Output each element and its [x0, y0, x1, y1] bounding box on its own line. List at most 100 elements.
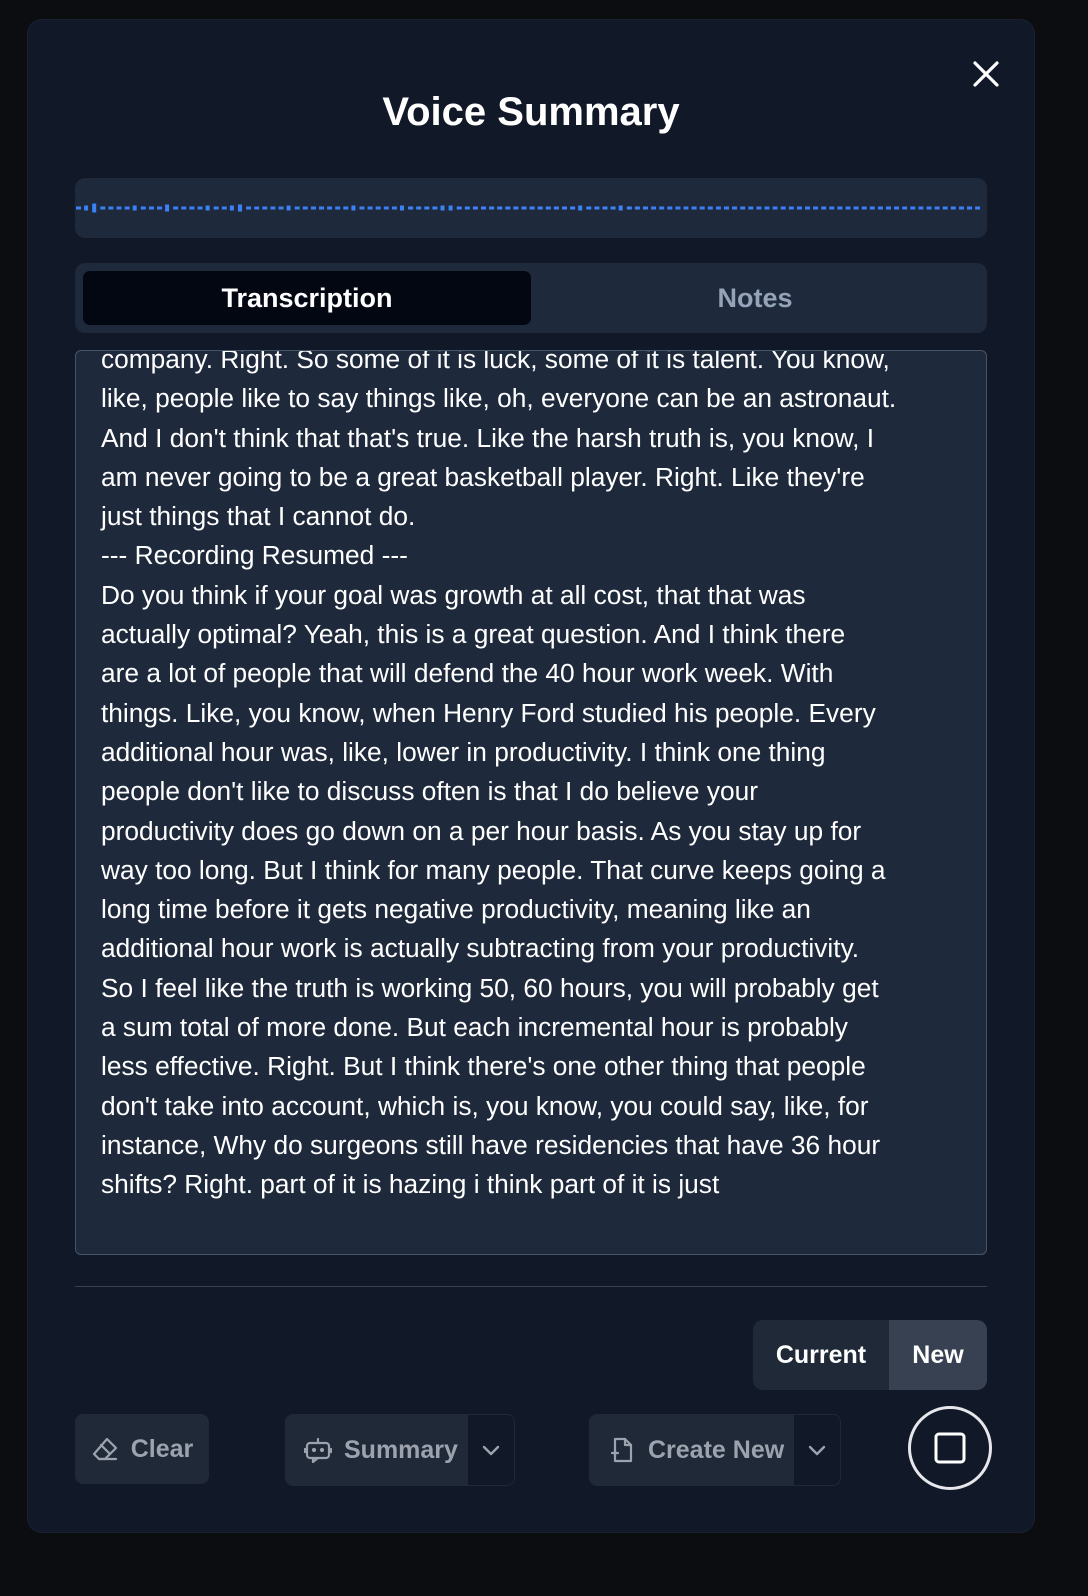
- summary-button[interactable]: Summary: [286, 1415, 468, 1485]
- waveform-bar: [375, 206, 381, 210]
- waveform-bar: [84, 205, 89, 211]
- waveform-bar: [472, 206, 478, 210]
- waveform-bar: [124, 206, 130, 210]
- waveform-bar: [205, 205, 210, 211]
- waveform-bar: [805, 206, 810, 210]
- waveform-bar: [659, 206, 665, 210]
- eraser-icon: [91, 1435, 119, 1463]
- create-new-button[interactable]: Create New: [590, 1415, 794, 1485]
- waveform-bar: [975, 206, 981, 210]
- waveform-bar: [76, 206, 81, 210]
- current-button[interactable]: Current: [753, 1320, 889, 1390]
- waveform-bar: [926, 206, 932, 210]
- clear-label: Clear: [130, 1434, 194, 1463]
- transcription-textarea[interactable]: company. Right. So some of it is luck, s…: [75, 350, 987, 1255]
- waveform-bar: [829, 206, 835, 210]
- waveform-bar: [894, 206, 900, 210]
- waveform-bar: [756, 206, 762, 210]
- waveform-bar: [100, 206, 106, 210]
- waveform-bar: [861, 206, 867, 210]
- waveform-bar: [408, 206, 414, 210]
- current-new-toggle: Current New: [753, 1320, 987, 1390]
- waveform-bar: [910, 206, 916, 210]
- stop-icon: [934, 1432, 966, 1464]
- waveform-bar: [942, 206, 948, 210]
- waveform-bar: [400, 205, 404, 211]
- waveform-bar: [310, 206, 316, 210]
- waveform-bar: [521, 206, 527, 210]
- summary-dropdown-button[interactable]: [467, 1415, 514, 1485]
- waveform-bar: [448, 205, 453, 211]
- waveform-bar: [270, 206, 276, 210]
- waveform-bar: [294, 206, 300, 210]
- create-new-dropdown-button[interactable]: [793, 1415, 840, 1485]
- new-button[interactable]: New: [889, 1320, 987, 1390]
- waveform-bar: [165, 204, 170, 212]
- stop-recording-button[interactable]: [908, 1406, 992, 1490]
- close-button[interactable]: [968, 56, 1004, 92]
- waveform-bar: [626, 206, 632, 210]
- waveform-bar: [553, 206, 559, 210]
- waveform-bar: [319, 206, 324, 210]
- waveform-bar: [213, 206, 219, 210]
- waveform-bar: [489, 206, 495, 210]
- waveform-bar: [886, 206, 891, 210]
- waveform-bar: [618, 205, 623, 211]
- waveform-bar: [116, 206, 122, 210]
- waveform-bar: [837, 206, 843, 210]
- tab-transcription[interactable]: Transcription: [83, 271, 531, 325]
- waveform-bar: [181, 206, 187, 210]
- waveform-bar: [869, 206, 875, 210]
- waveform-bar: [699, 206, 705, 210]
- waveform-bar: [643, 206, 648, 210]
- waveform-bar: [594, 206, 600, 210]
- waveform-bar: [683, 206, 689, 210]
- waveform-bar: [764, 206, 770, 210]
- waveform-bar: [173, 206, 179, 210]
- clear-button[interactable]: Clear: [75, 1414, 209, 1484]
- summary-label: Summary: [344, 1435, 458, 1464]
- waveform-bar: [440, 205, 445, 211]
- waveform-bar: [813, 206, 819, 210]
- waveform-bar: [229, 205, 234, 211]
- waveform-bar: [715, 206, 721, 210]
- waveform-bar: [148, 206, 154, 210]
- waveform-bar: [416, 206, 422, 210]
- waveform-bar: [902, 206, 908, 210]
- waveform-bar: [934, 206, 940, 210]
- waveform-bar: [675, 206, 681, 210]
- waveform-bar: [845, 206, 851, 210]
- voice-summary-modal: Voice Summary Transcription Notes compan…: [28, 20, 1034, 1532]
- waveform-bar: [570, 206, 576, 210]
- waveform-bar: [108, 206, 114, 210]
- waveform-bar: [772, 206, 778, 210]
- waveform-bar: [610, 206, 616, 210]
- waveform-bar: [740, 206, 746, 210]
- waveform-bar: [545, 206, 551, 210]
- waveform-bar: [92, 203, 97, 213]
- waveform-bar: [262, 206, 268, 210]
- waveform-bar: [537, 206, 543, 210]
- waveform-bar: [634, 206, 640, 210]
- waveform-bar: [950, 206, 956, 210]
- waveform-bar: [335, 206, 341, 210]
- waveform-bar: [197, 206, 203, 210]
- waveform-bar: [456, 206, 462, 210]
- waveform-bar: [724, 206, 729, 210]
- waveform-graphic: [76, 203, 981, 213]
- summary-split-button: Summary: [285, 1414, 515, 1486]
- chevron-down-icon: [808, 1445, 825, 1456]
- modal-title: Voice Summary: [382, 90, 680, 134]
- create-new-label: Create New: [648, 1435, 785, 1464]
- tab-notes[interactable]: Notes: [531, 271, 979, 325]
- waveform-bar: [246, 206, 252, 210]
- waveform-bar: [238, 204, 242, 212]
- waveform-bar: [157, 206, 162, 210]
- waveform-bar: [481, 206, 486, 210]
- waveform-bar: [505, 206, 511, 210]
- waveform-bar: [877, 206, 883, 210]
- waveform-bar: [602, 206, 608, 210]
- waveform-bar: [788, 206, 794, 210]
- waveform-bar: [286, 205, 291, 211]
- waveform-bar: [651, 206, 657, 210]
